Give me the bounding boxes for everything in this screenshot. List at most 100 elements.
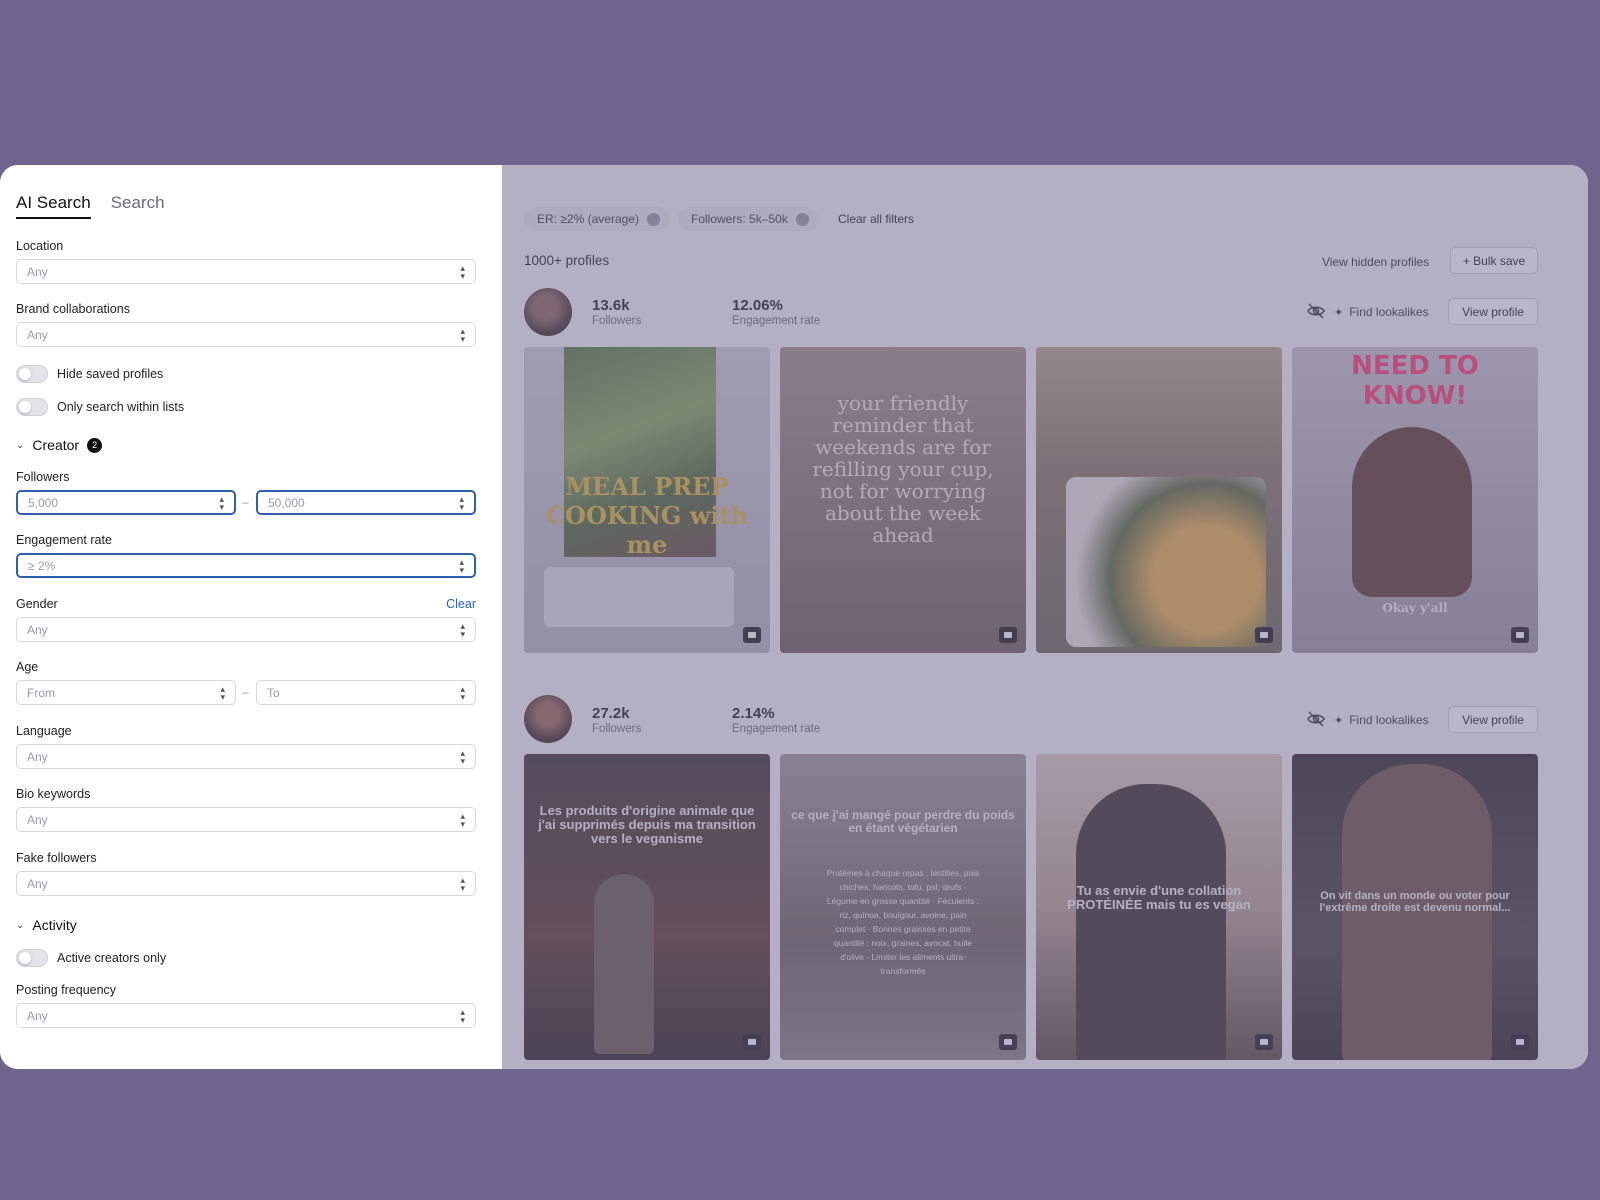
creator-section-header[interactable]: ⌄ Creator 2 — [16, 437, 103, 453]
remove-chip-icon[interactable] — [795, 212, 809, 226]
chevron-updown-icon: ▴ ▾ — [460, 874, 465, 893]
remove-chip-icon[interactable] — [646, 212, 660, 226]
post-caption: On vit dans un monde ou voter pour l'ext… — [1319, 890, 1511, 914]
post-thumbnail[interactable]: ce que j'ai mangé pour perdre du poids e… — [780, 754, 1026, 1060]
filter-panel: AI Search Search Location Any ▴ ▾ Brand c… — [0, 165, 502, 1069]
tab-ai-search[interactable]: AI Search — [16, 193, 91, 219]
avatar[interactable] — [524, 695, 572, 743]
post-thumbnail[interactable]: NEED TO KNOW! Okay y'all — [1292, 347, 1538, 653]
engagement-input[interactable]: ≥ 2% ▴ ▾ — [16, 553, 476, 578]
range-separator: – — [242, 685, 249, 699]
only-lists-row: Only search within lists — [16, 398, 184, 416]
active-only-row: Active creators only — [16, 949, 166, 967]
brand-collab-select[interactable]: Any ▴ ▾ — [16, 322, 476, 347]
age-to-value: To — [267, 685, 280, 700]
view-profile-button[interactable]: View profile — [1448, 298, 1538, 325]
post-subcaption: Okay y'all — [1382, 601, 1448, 615]
active-only-toggle[interactable] — [16, 949, 48, 967]
chevron-updown-icon: ▴ ▾ — [460, 262, 465, 281]
only-lists-toggle[interactable] — [16, 398, 48, 416]
view-hidden-profiles-link[interactable]: View hidden profiles — [1322, 255, 1429, 269]
fake-followers-select[interactable]: Any ▴ ▾ — [16, 871, 476, 896]
chevron-updown-icon: ▴ ▾ — [460, 325, 465, 344]
avatar[interactable] — [524, 288, 572, 336]
filter-chip-followers[interactable]: Followers: 5k–50k — [678, 207, 819, 231]
post-thumbnail[interactable] — [1036, 347, 1282, 653]
post-caption: Les produits d'origine animale que j'ai … — [538, 803, 756, 846]
gender-label: Gender — [16, 597, 58, 611]
location-select[interactable]: Any ▴ ▾ — [16, 259, 476, 284]
post-thumbnail[interactable]: On vit dans un monde ou voter pour l'ext… — [1292, 754, 1538, 1060]
find-lookalikes-label: Find lookalikes — [1349, 305, 1429, 319]
gender-clear-link[interactable]: Clear — [446, 597, 476, 611]
gender-select[interactable]: Any ▴ ▾ — [16, 617, 476, 642]
age-label: Age — [16, 660, 39, 674]
post-thumbnail[interactable]: Tu as envie d'une collation PROTÉINÉE ma… — [1036, 754, 1282, 1060]
post-thumbnail[interactable]: your friendly reminder that weekends are… — [780, 347, 1026, 653]
posting-frequency-select[interactable]: Any ▴ ▾ — [16, 1003, 476, 1028]
bio-keywords-select[interactable]: Any ▴ ▾ — [16, 807, 476, 832]
app-window: AI Search Search Location Any ▴ ▾ Brand c… — [0, 165, 1588, 1069]
search-tabs: AI Search Search — [16, 193, 476, 219]
video-icon — [743, 627, 761, 643]
posting-frequency-value: Any — [27, 1008, 48, 1023]
gender-value: Any — [27, 622, 48, 637]
clear-all-filters-link[interactable]: Clear all filters — [838, 212, 914, 226]
filter-chip-label: Followers: 5k–50k — [691, 212, 788, 226]
followers-min-input[interactable]: 5,000 ▴ ▾ — [16, 490, 236, 515]
posting-frequency-label: Posting frequency — [16, 983, 117, 997]
age-from-select[interactable]: From ▴ ▾ — [16, 680, 236, 705]
followers-max-input[interactable]: 50,000 ▴ ▾ — [256, 490, 476, 515]
post-thumbnail[interactable]: Les produits d'origine animale que j'ai … — [524, 754, 770, 1060]
active-only-label: Active creators only — [57, 951, 167, 965]
chevron-down-icon: ⌄ — [16, 439, 25, 451]
results-panel: ER: ≥2% (average) Followers: 5k–50k Clea… — [502, 165, 1588, 1069]
post-caption: your friendly reminder that weekends are… — [812, 391, 994, 547]
location-label: Location — [16, 239, 64, 253]
followers-max-value: 50,000 — [268, 495, 305, 510]
followers-label: Followers — [592, 723, 642, 735]
video-icon — [1255, 1034, 1273, 1050]
post-thumbnail[interactable]: MEAL PREP COOKING with me — [524, 347, 770, 653]
eye-off-icon[interactable] — [1306, 709, 1326, 729]
find-lookalikes-button[interactable]: ✦ Find lookalikes — [1334, 305, 1429, 319]
view-profile-button[interactable]: View profile — [1448, 706, 1538, 733]
chevron-updown-icon: ▴ ▾ — [460, 747, 465, 766]
language-value: Any — [27, 749, 48, 764]
activity-section-header[interactable]: ⌄ Activity — [16, 917, 77, 933]
chevron-updown-icon: ▴ ▾ — [460, 810, 465, 829]
video-icon — [1511, 1034, 1529, 1050]
age-to-select[interactable]: To ▴ ▾ — [256, 680, 476, 705]
engagement-label: Engagement rate — [16, 533, 112, 547]
age-from-value: From — [27, 685, 55, 700]
hide-saved-label: Hide saved profiles — [57, 367, 164, 381]
tab-search[interactable]: Search — [111, 193, 165, 219]
engagement-rate: 2.14% — [732, 705, 775, 722]
eye-off-icon[interactable] — [1306, 301, 1326, 321]
chevron-updown-icon: ▴ ▾ — [459, 493, 464, 512]
engagement-value: ≥ 2% — [28, 558, 56, 573]
bulk-save-button[interactable]: + Bulk save — [1450, 247, 1538, 274]
chevron-down-icon: ⌄ — [16, 919, 25, 931]
brand-collab-label: Brand collaborations — [16, 302, 130, 316]
filter-chip-label: ER: ≥2% (average) — [537, 212, 639, 226]
bio-keywords-value: Any — [27, 812, 48, 827]
range-separator: – — [242, 495, 249, 509]
language-select[interactable]: Any ▴ ▾ — [16, 744, 476, 769]
chevron-updown-icon: ▴ ▾ — [460, 683, 465, 702]
post-caption: MEAL PREP COOKING with me — [545, 472, 749, 559]
chevron-updown-icon: ▴ ▾ — [459, 556, 464, 575]
find-lookalikes-button[interactable]: ✦ Find lookalikes — [1334, 713, 1429, 727]
chevron-updown-icon: ▴ ▾ — [460, 1006, 465, 1025]
location-value: Any — [27, 264, 48, 279]
post-caption: NEED TO KNOW! — [1351, 351, 1479, 411]
engagement-rate-label: Engagement rate — [732, 723, 821, 735]
hide-saved-toggle[interactable] — [16, 365, 48, 383]
filter-chip-er[interactable]: ER: ≥2% (average) — [524, 207, 670, 231]
followers-min-value: 5,000 — [28, 495, 59, 510]
brand-collab-value: Any — [27, 327, 48, 342]
only-lists-label: Only search within lists — [57, 400, 185, 414]
engagement-rate: 12.06% — [732, 297, 783, 314]
hide-saved-row: Hide saved profiles — [16, 365, 163, 383]
video-icon — [999, 1034, 1017, 1050]
